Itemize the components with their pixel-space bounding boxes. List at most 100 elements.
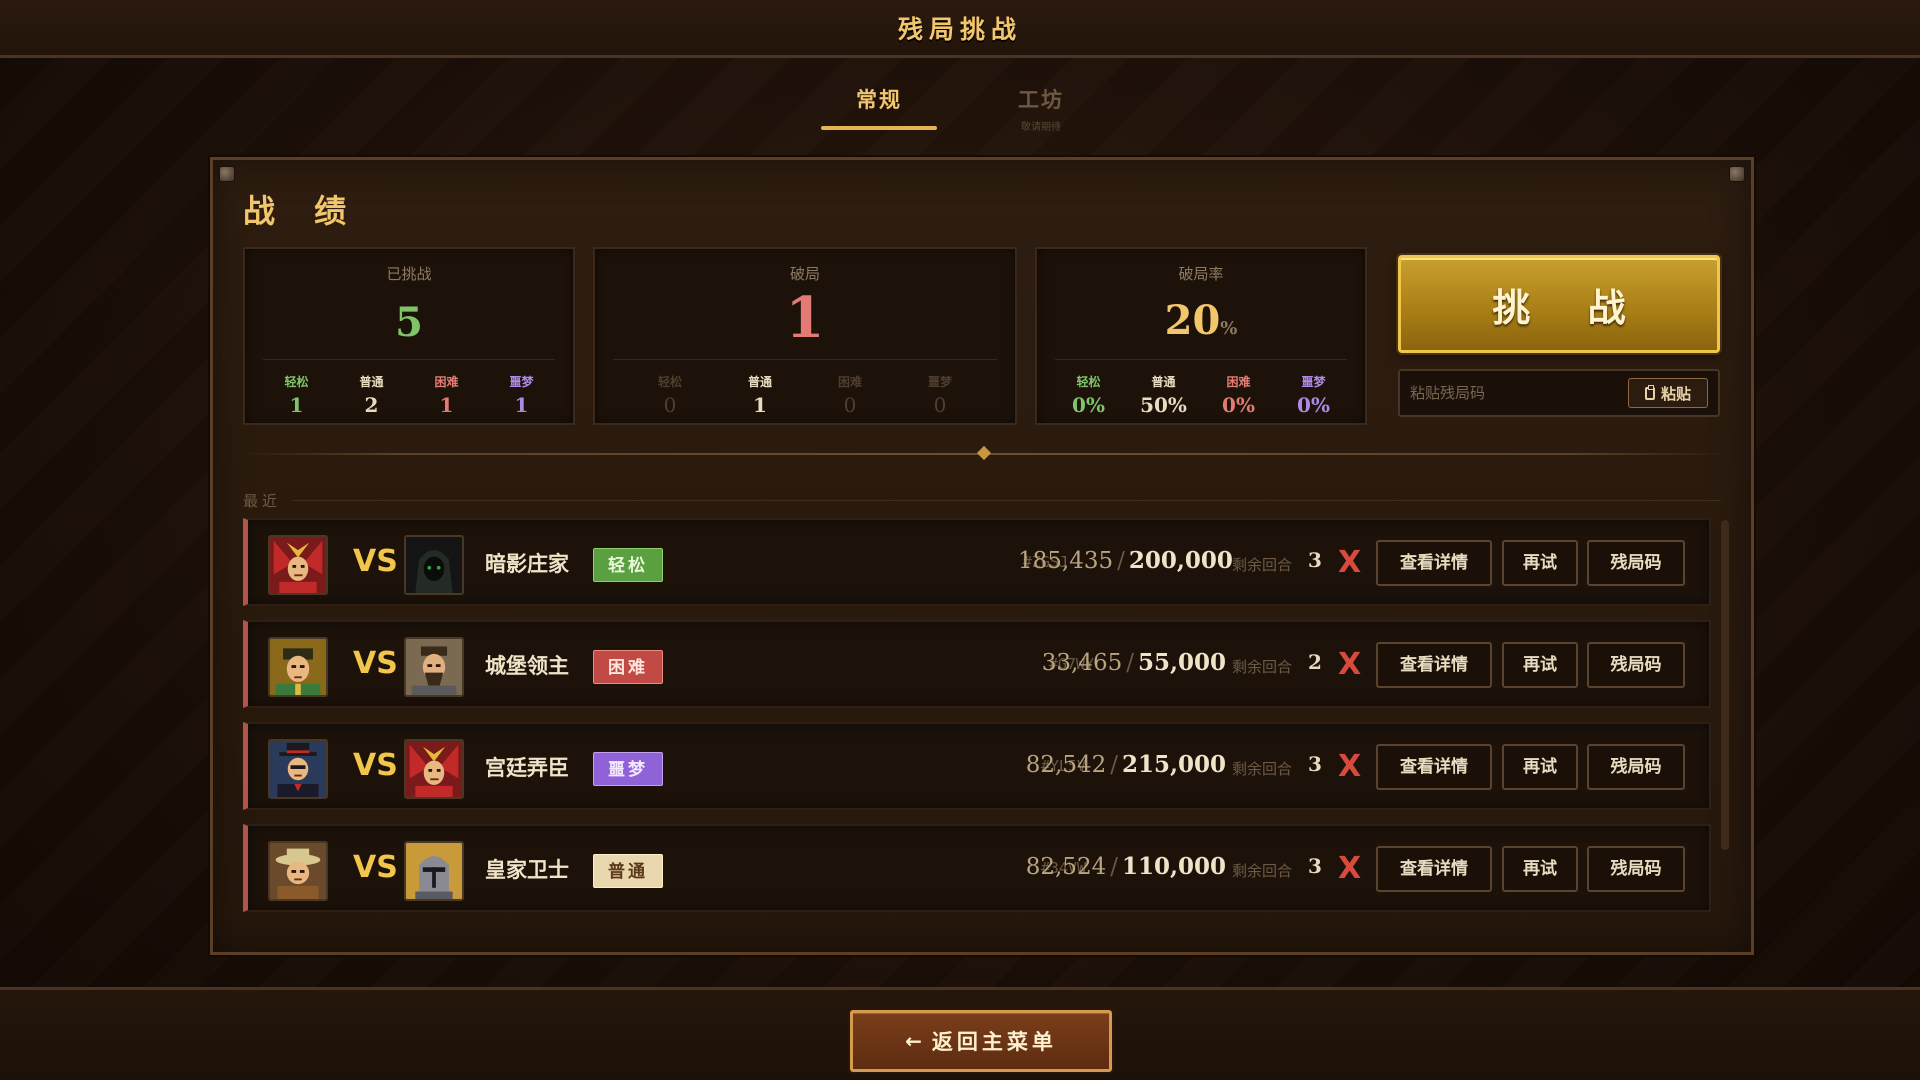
challenge-button[interactable]: 挑 战 xyxy=(1398,255,1720,353)
vs-label: VS xyxy=(353,748,398,783)
divider xyxy=(613,359,997,360)
view-details-button[interactable]: 查看详情 xyxy=(1376,744,1492,790)
view-details-button[interactable]: 查看详情 xyxy=(1376,642,1492,688)
sub-value: 2 xyxy=(364,393,379,417)
top-bar: 残局挑战 xyxy=(0,0,1920,58)
sub-label: 轻松 xyxy=(284,375,309,389)
difficulty-badge: 噩梦 xyxy=(593,752,663,786)
sub-label: 普通 xyxy=(1151,375,1176,389)
tab-regular-label: 常规 xyxy=(856,87,902,112)
turns-remaining-value: 3 xyxy=(1308,752,1322,776)
sub-normal: 普通 50% xyxy=(1129,373,1199,417)
stat-value: 20% xyxy=(1037,297,1365,344)
retry-button[interactable]: 再试 xyxy=(1502,540,1578,586)
puzzle-code-button[interactable]: 残局码 xyxy=(1587,846,1685,892)
sub-value: 0% xyxy=(1072,393,1105,417)
player-avatar xyxy=(268,841,328,901)
sub-value: 1 xyxy=(289,393,304,417)
sub-label: 噩梦 xyxy=(927,375,952,389)
score: 82,524/110,000 xyxy=(1025,853,1226,880)
jester-portrait-icon xyxy=(270,537,326,593)
sub-easy: 轻松 0% xyxy=(1054,373,1124,417)
turns-remaining-value: 3 xyxy=(1308,854,1322,878)
score: 185,435/200,000 xyxy=(1018,547,1233,574)
puzzle-code-button[interactable]: 残局码 xyxy=(1587,744,1685,790)
target-score: 200,000 xyxy=(1128,547,1233,574)
player-portrait-icon xyxy=(270,639,326,695)
stat-challenged: 已挑战 5 轻松 1 普通 2 困难 1 噩梦 1 xyxy=(243,247,575,425)
vs-label: VS xyxy=(353,646,398,681)
recent-row: VS 宫廷弄臣 噩梦 #YL5V 82,542/215,000 剩余回合 3 X… xyxy=(243,722,1711,810)
score: 33,465/55,000 xyxy=(1041,649,1226,676)
opponent-avatar xyxy=(404,739,464,799)
paste-button[interactable]: 粘贴 xyxy=(1628,378,1708,408)
sub-nightmare: 噩梦 1 xyxy=(487,373,557,417)
record-panel: 战 绩 已挑战 5 轻松 1 普通 2 困难 1 噩梦 1 破局 1 轻松 0 普通 1 困… xyxy=(210,157,1754,955)
sub-value: 0% xyxy=(1222,393,1255,417)
diamond-icon xyxy=(976,445,992,461)
sub-nightmare: 噩梦 0% xyxy=(1279,373,1349,417)
sub-hard: 困难 1 xyxy=(412,373,482,417)
royal-guard-portrait-icon xyxy=(406,843,462,899)
score: 82,542/215,000 xyxy=(1025,751,1226,778)
turns-remaining-label: 剩余回合 xyxy=(1232,760,1293,778)
stat-value: 1 xyxy=(785,285,825,351)
castle-lord-portrait-icon xyxy=(406,639,462,695)
sub-easy: 轻松 0 xyxy=(635,373,705,417)
challenge-button-label: 挑 战 xyxy=(1492,284,1648,330)
sub-normal: 普通 2 xyxy=(337,373,407,417)
current-score: 82,542 xyxy=(1025,752,1107,778)
page-title: 残局挑战 xyxy=(897,14,1022,44)
fail-icon: X xyxy=(1338,647,1362,682)
retry-button[interactable]: 再试 xyxy=(1502,642,1578,688)
target-score: 110,000 xyxy=(1121,853,1226,880)
fail-icon: X xyxy=(1338,851,1362,886)
back-to-main-menu-button[interactable]: ← 返回主菜单 xyxy=(850,1010,1112,1072)
vs-label: VS xyxy=(353,850,398,885)
recent-row: VS 皇家卫士 普通 #34VW 82,524/110,000 剩余回合 3 X… xyxy=(243,824,1711,912)
sub-value: 0 xyxy=(843,393,857,417)
sub-nightmare: 噩梦 0 xyxy=(905,373,975,417)
turns-remaining-value: 3 xyxy=(1308,548,1322,572)
turns-remaining-label: 剩余回合 xyxy=(1232,862,1293,880)
stat-label: 破局 xyxy=(789,265,820,283)
current-score: 33,465 xyxy=(1041,650,1123,676)
shadow-dealer-portrait-icon xyxy=(406,537,462,593)
tab-regular[interactable]: 常规 xyxy=(821,78,937,132)
divider xyxy=(293,500,1721,501)
tab-workshop[interactable]: 工坊 敬请期待 xyxy=(983,78,1099,133)
opponent-name: 暗影庄家 xyxy=(485,551,569,576)
tab-workshop-sublabel: 敬请期待 xyxy=(1021,122,1061,133)
back-button-label: 返回主菜单 xyxy=(931,1029,1057,1054)
scrollbar[interactable] xyxy=(1721,520,1729,850)
recent-label: 最近 xyxy=(243,492,282,510)
stat-break-rate: 破局率 20% 轻松 0% 普通 50% 困难 0% 噩梦 0% xyxy=(1035,247,1367,425)
difficulty-badge: 普通 xyxy=(593,854,663,888)
sub-normal: 普通 1 xyxy=(725,373,795,417)
opponent-name: 皇家卫士 xyxy=(485,857,569,882)
opponent-avatar xyxy=(404,535,464,595)
sub-label: 困难 xyxy=(434,375,459,389)
sub-label: 噩梦 xyxy=(1301,375,1326,389)
opponent-avatar xyxy=(404,637,464,697)
puzzle-code-input[interactable] xyxy=(1410,381,1620,405)
retry-button[interactable]: 再试 xyxy=(1502,846,1578,892)
fail-icon: X xyxy=(1338,545,1362,580)
court-jester-portrait-icon xyxy=(406,741,462,797)
scrollbar-thumb[interactable] xyxy=(1721,520,1729,850)
puzzle-code-button[interactable]: 残局码 xyxy=(1587,540,1685,586)
player-avatar xyxy=(268,535,328,595)
sub-value: 1 xyxy=(753,393,767,417)
view-details-button[interactable]: 查看详情 xyxy=(1376,846,1492,892)
gambler-portrait-icon xyxy=(270,741,326,797)
explorer-portrait-icon xyxy=(270,843,326,899)
view-details-button[interactable]: 查看详情 xyxy=(1376,540,1492,586)
opponent-name: 城堡领主 xyxy=(485,653,569,678)
sub-value: 0 xyxy=(663,393,677,417)
stat-broken: 破局 1 轻松 0 普通 1 困难 0 噩梦 0 xyxy=(593,247,1017,425)
retry-button[interactable]: 再试 xyxy=(1502,744,1578,790)
turns-remaining-value: 2 xyxy=(1308,650,1322,674)
sub-label: 轻松 xyxy=(657,375,682,389)
puzzle-code-button[interactable]: 残局码 xyxy=(1587,642,1685,688)
sub-hard: 困难 0 xyxy=(815,373,885,417)
